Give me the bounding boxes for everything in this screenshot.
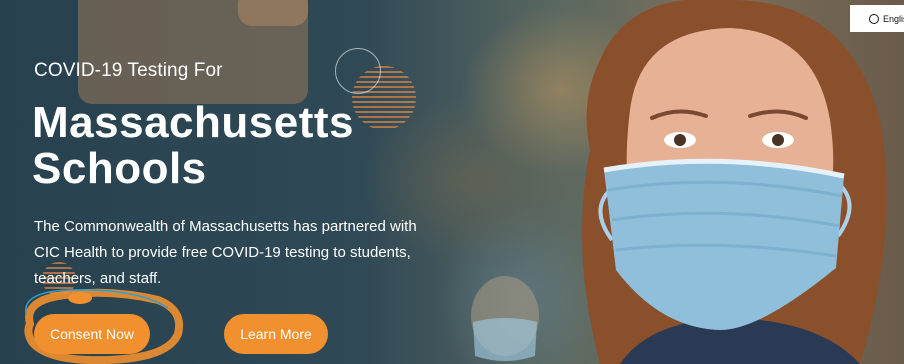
hero-subtitle: COVID-19 Testing For (34, 60, 223, 81)
consent-now-button[interactable]: Consent Now (34, 314, 150, 354)
learn-more-button[interactable]: Learn More (224, 314, 328, 354)
decorative-ring (335, 48, 381, 94)
student-photo (582, 0, 887, 364)
hero-banner: COVID-19 Testing For Massachusetts Schoo… (0, 0, 904, 364)
decorative-panel (238, 0, 308, 26)
background-child-image (471, 276, 539, 361)
language-selector[interactable]: Englis (850, 5, 904, 32)
language-label: Englis (883, 13, 904, 24)
hero-title-line: Massachusetts (32, 98, 354, 147)
hero-title: Massachusetts Schools (32, 100, 354, 192)
hero-description: The Commonwealth of Massachusetts has pa… (34, 218, 417, 287)
hero-title-line: Schools (32, 144, 207, 193)
radio-icon[interactable] (869, 13, 879, 24)
